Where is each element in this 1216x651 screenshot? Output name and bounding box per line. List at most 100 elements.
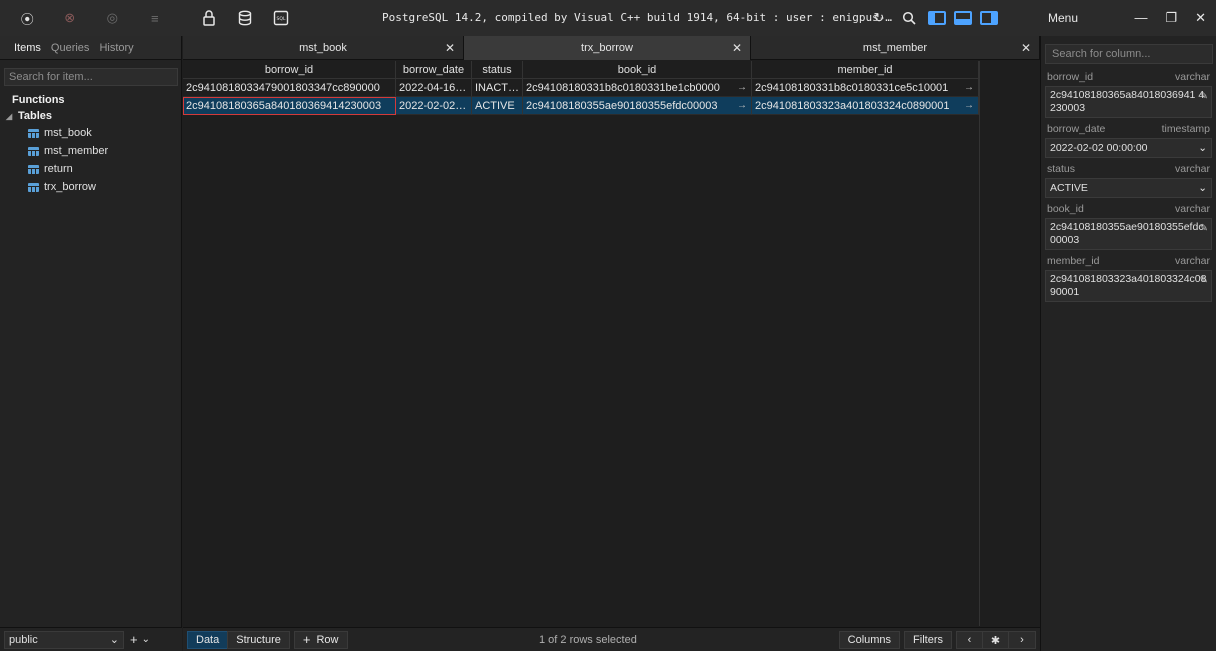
sidebar-table-trx-borrow[interactable]: trx_borrow: [6, 178, 181, 196]
field-value: 2c941081803323a401803324c08 90001: [1050, 273, 1207, 298]
chevron-right-icon[interactable]: ›: [1009, 632, 1035, 648]
search-icon[interactable]: [898, 7, 920, 29]
column-header-borrow-id[interactable]: borrow_id: [183, 61, 396, 79]
refresh-icon[interactable]: ↻: [868, 7, 890, 29]
field-value-input[interactable]: 2c94108180355ae90180355efdc 00003 ✎: [1045, 218, 1212, 250]
sidebar-search-input[interactable]: Search for item...: [4, 68, 178, 86]
cell-book-id[interactable]: 2c94108180355ae90180355efdc00003 →: [523, 97, 752, 115]
tab-queries[interactable]: Queries: [51, 42, 90, 54]
column-header-status[interactable]: status: [472, 61, 523, 79]
table-name: trx_borrow: [44, 181, 96, 193]
bottom-bar: Data Structure + Row 1 of 2 rows selecte…: [183, 627, 1040, 651]
edit-icon[interactable]: ✎: [1200, 274, 1208, 287]
schema-value: public: [9, 633, 38, 646]
sidebar-item-functions[interactable]: Functions: [0, 90, 181, 106]
sidebar-item-tables[interactable]: ◢ Tables: [6, 106, 181, 124]
tab-mst-member[interactable]: mst_member ✕: [751, 36, 1040, 60]
add-item-button[interactable]: + ⌄: [130, 632, 150, 647]
menu-button[interactable]: Menu: [1048, 11, 1078, 25]
sidebar-table-return[interactable]: return: [6, 160, 181, 178]
tab-items[interactable]: Items: [14, 42, 41, 54]
tables-tree: ◢ Tables mst_book mst_member return trx_…: [0, 106, 181, 196]
column-header-member-id[interactable]: member_id: [752, 61, 979, 79]
schema-select[interactable]: public ⌄: [4, 630, 124, 649]
cell-book-id[interactable]: 2c94108180331b8c0180331be1cb0000 →: [523, 79, 752, 97]
column-header-book-id[interactable]: book_id: [523, 61, 752, 79]
restore-icon[interactable]: ❐: [1165, 10, 1177, 26]
window-menu: Menu — ❐ ✕: [1040, 0, 1216, 36]
close-icon[interactable]: ✕: [445, 41, 455, 55]
field-value-input[interactable]: 2c94108180365a84018036941 4230003 ✎: [1045, 86, 1212, 118]
field-type: varchar: [1174, 71, 1210, 83]
tab-label: trx_borrow: [581, 42, 633, 54]
cell-value: 2c94108180331b8c0180331be1cb0000: [526, 82, 720, 94]
cell-value: 2c94108180331b8c0180331ce5c10001: [755, 82, 949, 94]
table-row-selected[interactable]: 2c94108180365a8401803694142300­03 2022-0…: [183, 97, 979, 115]
data-tab-button[interactable]: Data: [187, 630, 229, 649]
titlebar-tools: SQL: [198, 7, 292, 29]
chevron-down-icon: ⌄: [1198, 181, 1207, 194]
cell-borrow-id[interactable]: 2c94108180365a8401803694142300­03: [183, 97, 396, 115]
cell-member-id[interactable]: 2c94108180331b8c0180331ce5c10001 →: [752, 79, 979, 97]
foreign-key-arrow-icon[interactable]: →: [737, 97, 747, 114]
close-icon[interactable]: ✕: [732, 41, 742, 55]
field-borrow-date: borrow_date timestamp 2022-02-02 00:00:0…: [1041, 120, 1216, 158]
tab-label: mst_member: [862, 42, 928, 54]
column-search-input[interactable]: Search for column...: [1045, 44, 1213, 64]
connection-icon[interactable]: ⦿: [16, 7, 38, 29]
cell-status[interactable]: ACTIVE: [472, 97, 523, 115]
field-member-id: member_id varchar 2c941081803323a4018033…: [1041, 252, 1216, 302]
gear-icon[interactable]: ✱: [983, 632, 1009, 648]
eye-icon[interactable]: ◎: [101, 7, 123, 29]
close-window-icon[interactable]: ✕: [1195, 10, 1206, 26]
tab-history[interactable]: History: [99, 42, 133, 54]
sidebar-tabs: Items Queries History: [0, 36, 181, 60]
sidebar-table-mst-book[interactable]: mst_book: [6, 124, 181, 142]
lock-icon[interactable]: [198, 7, 220, 29]
cell-status[interactable]: INACTIVE: [472, 79, 523, 97]
add-row-button[interactable]: + Row: [293, 630, 348, 649]
bottom-right-controls: Columns Filters ‹ ✱ ›: [838, 631, 1036, 649]
edit-icon[interactable]: ✎: [1200, 90, 1208, 103]
cell-member-id[interactable]: 2c941081803323a401803324c0890001 →: [752, 97, 979, 115]
foreign-key-arrow-icon[interactable]: →: [964, 97, 974, 114]
tab-mst-book[interactable]: mst_book ✕: [183, 36, 464, 60]
table-name: return: [44, 163, 73, 175]
chevron-down-icon: ◢: [6, 111, 13, 121]
chevron-left-icon[interactable]: ‹: [957, 632, 983, 648]
list-icon[interactable]: ≡: [144, 7, 166, 29]
foreign-key-arrow-icon[interactable]: →: [964, 79, 974, 96]
field-name: book_id: [1047, 203, 1084, 215]
main-area: mst_book ✕ trx_borrow ✕ mst_member ✕ bor…: [183, 36, 1040, 651]
selection-status: 1 of 2 rows selected: [539, 634, 637, 646]
disconnect-icon[interactable]: ⊗: [59, 7, 81, 29]
filters-button[interactable]: Filters: [904, 631, 952, 649]
cell-borrow-id[interactable]: 2c94108180334790018033­47cc890000: [183, 79, 396, 97]
foreign-key-arrow-icon[interactable]: →: [737, 79, 747, 96]
toggle-right-panel-icon[interactable]: [980, 11, 998, 25]
columns-button[interactable]: Columns: [838, 631, 901, 649]
sidebar-table-mst-member[interactable]: mst_member: [6, 142, 181, 160]
tab-trx-borrow[interactable]: trx_borrow ✕: [464, 36, 751, 60]
close-icon[interactable]: ✕: [1021, 41, 1031, 55]
column-header-borrow-date[interactable]: borrow_date: [396, 61, 472, 79]
edit-icon[interactable]: ✎: [1200, 222, 1208, 235]
table-row[interactable]: 2c94108180334790018033­47cc890000 2022-0…: [183, 79, 979, 97]
sql-editor-icon[interactable]: SQL: [270, 7, 292, 29]
cell-borrow-date[interactable]: 2022-04-16 0...: [396, 79, 472, 97]
toggle-bottom-panel-icon[interactable]: [954, 11, 972, 25]
chevron-down-icon: ⌄: [141, 634, 150, 645]
field-type: timestamp: [1161, 123, 1210, 135]
minimize-icon[interactable]: —: [1134, 10, 1147, 26]
field-book-id: book_id varchar 2c94108180355ae90180355e…: [1041, 200, 1216, 250]
field-value: 2022-02-02 00:00:00: [1050, 141, 1148, 154]
toggle-left-panel-icon[interactable]: [928, 11, 946, 25]
field-value-input[interactable]: 2c941081803323a401803324c08 90001 ✎: [1045, 270, 1212, 302]
table-icon: [28, 164, 39, 174]
database-icon[interactable]: [234, 7, 256, 29]
field-value-select[interactable]: 2022-02-02 00:00:00 ⌄: [1045, 138, 1212, 158]
cell-borrow-date[interactable]: 2022-02-02 0...: [396, 97, 472, 115]
tables-label: Tables: [18, 110, 53, 122]
field-value-select[interactable]: ACTIVE ⌄: [1045, 178, 1212, 198]
structure-tab-button[interactable]: Structure: [227, 630, 290, 649]
